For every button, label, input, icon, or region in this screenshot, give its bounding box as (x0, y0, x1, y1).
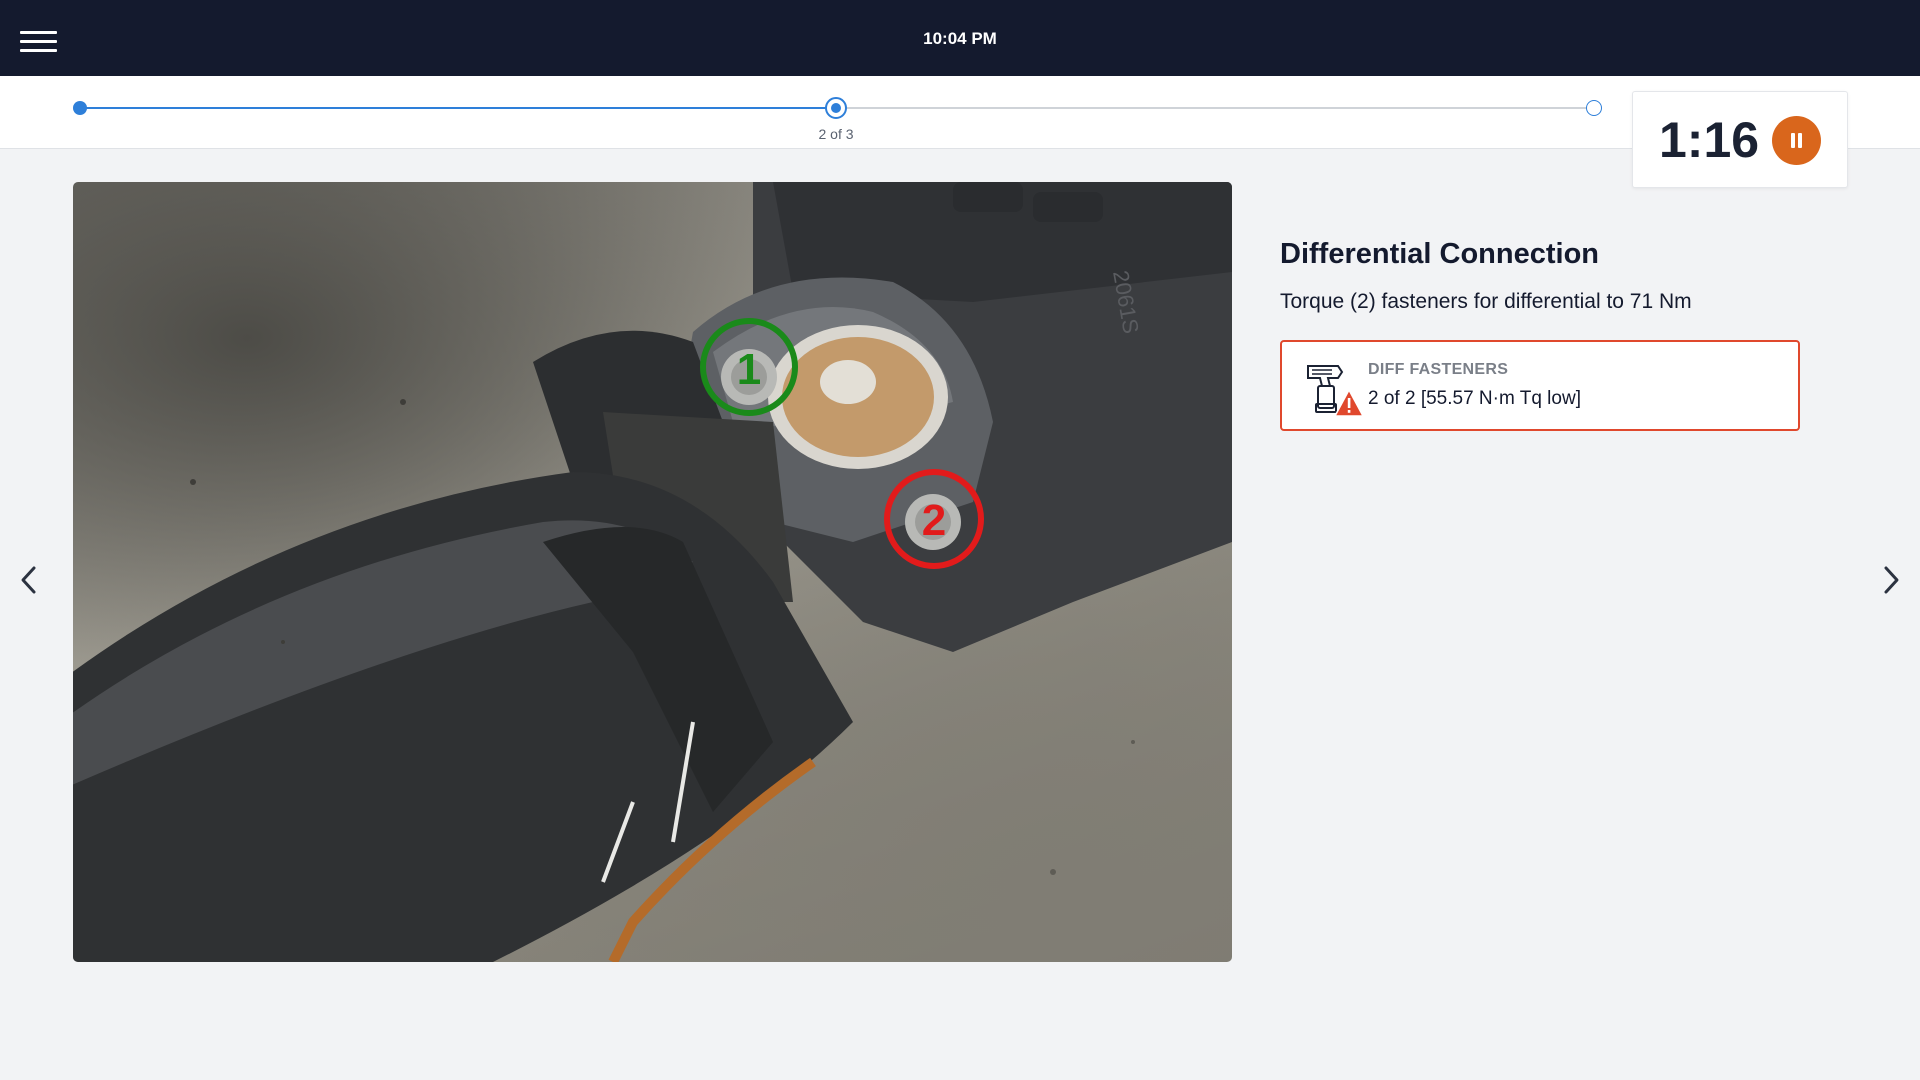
progress-step-1-dot[interactable] (73, 101, 87, 115)
task-title: DIFF FASTENERS (1368, 361, 1509, 378)
step-title: Differential Connection (1280, 238, 1600, 270)
timer-card: 1:16 (1632, 91, 1848, 188)
pause-button[interactable] (1772, 116, 1821, 165)
pause-icon (1791, 133, 1795, 148)
torque-wrench-icon (1304, 360, 1364, 422)
top-bar: 10:04 PM (0, 0, 1920, 76)
clock-time: 10:04 PM (923, 29, 997, 48)
step-description: Torque (2) fasteners for differential to… (1280, 290, 1692, 313)
fastener-marker-2-label: 2 (922, 496, 946, 545)
warning-icon (1334, 389, 1364, 417)
progress-track-completed (80, 107, 836, 109)
chevron-left-icon[interactable] (14, 560, 44, 600)
step-counter-label: 2 of 3 (818, 126, 854, 142)
driveshaft-illustration: 2061S 1 2 (73, 182, 1232, 962)
fastener-task-card[interactable]: DIFF FASTENERS 2 of 2 [55.57 N·m Tq low] (1280, 340, 1800, 431)
task-status: 2 of 2 [55.57 N·m Tq low] (1368, 388, 1581, 409)
progress-step-3-dot[interactable] (1586, 100, 1602, 116)
progress-step-2-dot-current[interactable] (825, 97, 847, 119)
progress-track-remaining (836, 107, 1594, 109)
fastener-marker-1-label: 1 (737, 345, 761, 394)
timer-display: 1:16 (1659, 112, 1760, 168)
chevron-right-icon[interactable] (1876, 560, 1906, 600)
work-instruction-photo: 2061S 1 2 (73, 182, 1232, 962)
